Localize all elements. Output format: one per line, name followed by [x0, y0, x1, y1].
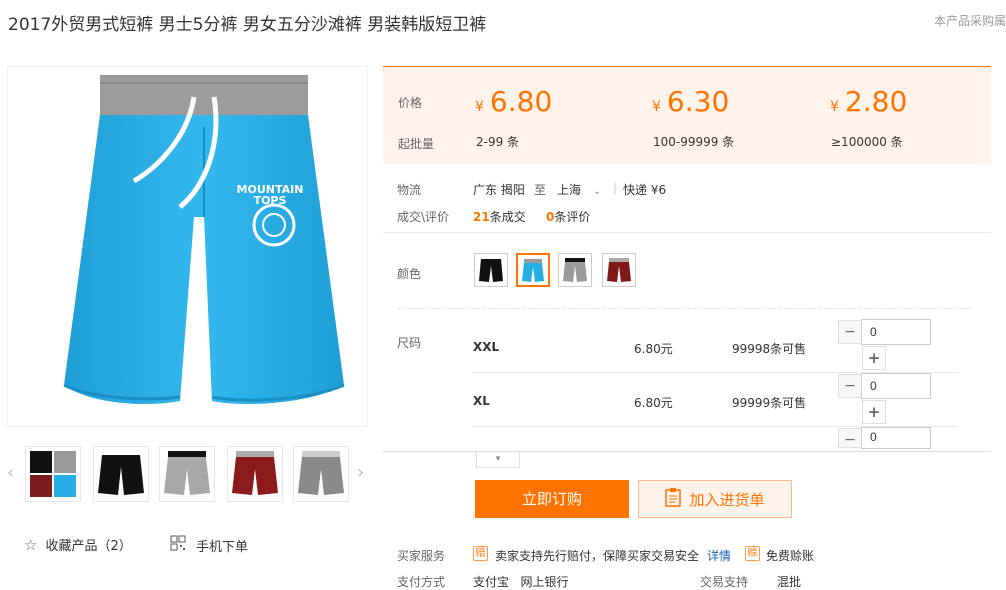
star-icon: ☆: [24, 535, 38, 554]
mobile-order-button[interactable]: 手机下单: [170, 535, 248, 555]
procurement-note: 本产品采购属: [933, 14, 1006, 28]
color-swatch-gray[interactable]: [558, 253, 592, 287]
tier-range-3: ≥100000 条: [831, 135, 903, 149]
compensation-icon: 赔: [473, 546, 488, 561]
qty-minus-button[interactable]: −: [838, 428, 862, 448]
trade-support-value: 混批: [777, 575, 802, 589]
mobile-label: 手机下单: [196, 539, 249, 555]
dashed-divider: [397, 308, 972, 309]
qty-input[interactable]: [861, 427, 931, 449]
review-count[interactable]: 0条评价: [546, 208, 590, 225]
size-label: 尺码: [397, 336, 422, 350]
color-swatch-red[interactable]: [602, 253, 636, 287]
deals-label: 成交\评价: [397, 210, 450, 224]
ship-from: 广东 揭阳: [473, 183, 525, 197]
qty-plus-button[interactable]: +: [862, 400, 886, 424]
tier-range-2: 100-99999 条: [653, 135, 735, 149]
service-label: 买家服务: [397, 549, 446, 563]
qty-minus-button[interactable]: −: [838, 320, 862, 344]
tier-range-1: 2-99 条: [476, 135, 520, 149]
deal-count[interactable]: 21条成交: [473, 208, 526, 225]
thumbs-next-icon[interactable]: ›: [357, 462, 364, 483]
payment-methods: 支付宝 网上银行: [473, 575, 569, 589]
destination-select[interactable]: 上海 ⌄: [557, 181, 601, 198]
favorite-label: 收藏产品（2）: [45, 539, 132, 554]
tier-price-3: ¥2.80: [830, 85, 908, 118]
size-price: 6.80元: [634, 342, 673, 356]
chevron-down-icon: ▾: [495, 454, 501, 464]
price-box: 价格 起批量 ¥6.80 ¥6.30 ¥2.80 2-99 条 100-9999…: [383, 66, 991, 164]
thumbnail-1[interactable]: [25, 446, 81, 502]
size-price: 6.80元: [634, 396, 673, 410]
favorite-button[interactable]: ☆ 收藏产品（2）: [24, 535, 132, 555]
moq-label: 起批量: [398, 137, 435, 151]
color-swatch-blue[interactable]: [516, 253, 550, 287]
thumbnail-2[interactable]: [93, 446, 149, 502]
divider: [383, 232, 991, 233]
qr-code-icon: [170, 535, 186, 555]
size-stock: 99999条可售: [732, 396, 807, 410]
separator: |: [613, 181, 618, 195]
add-to-cart-button[interactable]: 加入进货单: [638, 480, 792, 518]
shipping-fee: 快递 ¥6: [623, 183, 667, 197]
clipboard-icon: [665, 487, 682, 511]
thumbnail-strip: ‹ ›: [7, 444, 368, 506]
color-swatch-black[interactable]: [474, 253, 508, 287]
to-word: 至: [534, 183, 547, 197]
price-label: 价格: [398, 96, 423, 110]
thumbnail-4[interactable]: [227, 446, 283, 502]
size-stock: 99998条可售: [732, 342, 807, 356]
guarantee-text: 卖家支持先行赔付，保障买家交易安全: [495, 549, 700, 563]
color-label: 颜色: [397, 267, 422, 281]
trade-support-label: 交易支持: [700, 575, 749, 589]
add-to-cart-label: 加入进货单: [689, 490, 765, 509]
size-table-bottom: [383, 451, 991, 452]
main-product-image: MOUNTAIN TOPS: [7, 66, 368, 427]
thumbnail-5[interactable]: [293, 446, 349, 502]
thumbs-prev-icon[interactable]: ‹: [7, 462, 14, 483]
tier-price-1: ¥6.80: [475, 85, 553, 118]
chevron-down-icon: ⌄: [592, 186, 602, 197]
expand-sizes-button[interactable]: ▾: [476, 452, 520, 468]
detail-link[interactable]: 详情: [707, 547, 731, 564]
free-credit-text: 免费赊账: [766, 549, 815, 563]
tier-price-2: ¥6.30: [652, 85, 730, 118]
order-now-button[interactable]: 立即订购: [475, 480, 629, 518]
size-name: XL: [473, 394, 490, 408]
credit-icon: 赊: [745, 546, 760, 561]
payment-label: 支付方式: [397, 575, 446, 589]
logistics-label: 物流: [397, 183, 422, 197]
qty-input[interactable]: [861, 319, 931, 345]
thumbnail-3[interactable]: [159, 446, 215, 502]
qty-input[interactable]: [861, 373, 931, 399]
qty-plus-button[interactable]: +: [862, 346, 886, 370]
size-name: XXL: [473, 340, 500, 354]
qty-minus-button[interactable]: −: [838, 374, 862, 398]
product-title: 2017外贸男式短裤 男士5分裤 男女五分沙滩裤 男装韩版短卫裤: [8, 15, 487, 35]
